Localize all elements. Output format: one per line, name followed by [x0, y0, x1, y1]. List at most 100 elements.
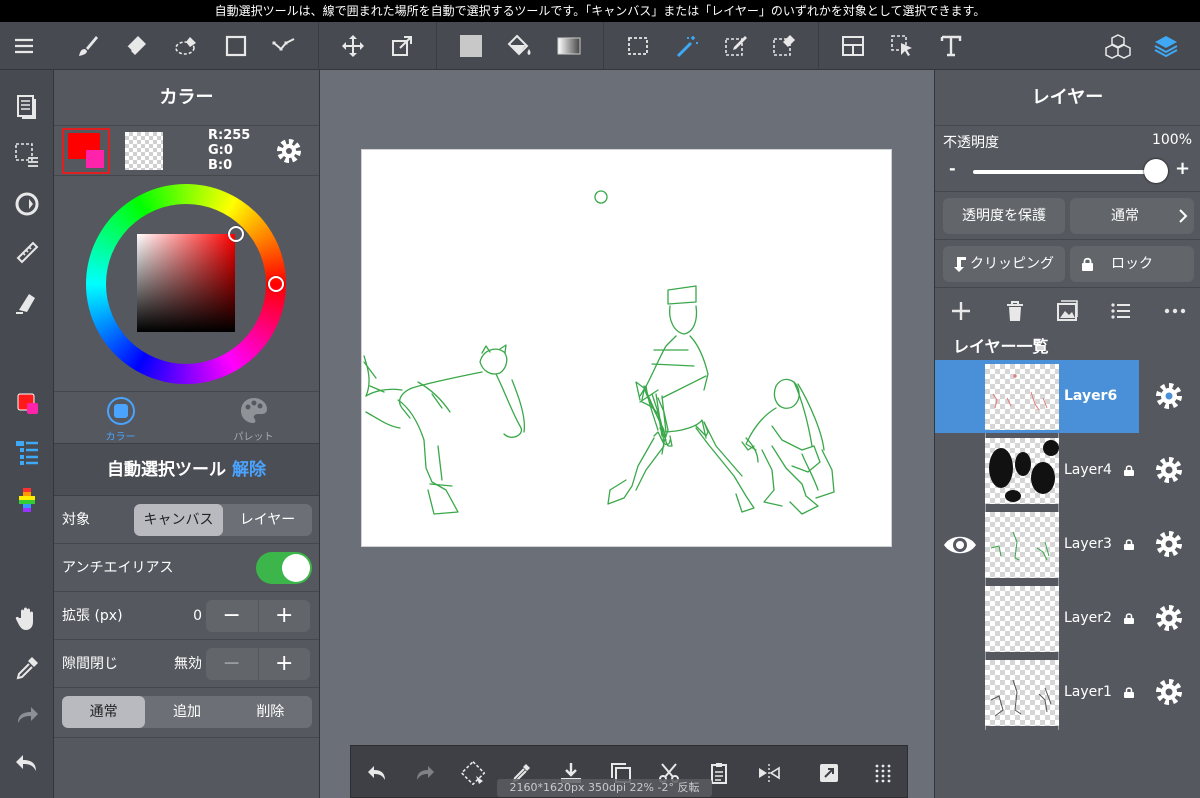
release-selection-link[interactable]: 解除 — [232, 460, 266, 480]
select-eraser-icon[interactable] — [764, 22, 804, 70]
move-tool-icon[interactable] — [333, 22, 373, 70]
saturation-value-square[interactable] — [137, 234, 235, 332]
opacity-slider-track[interactable] — [973, 170, 1153, 174]
rotate-canvas-icon[interactable] — [0, 182, 54, 226]
layer-item-layer2[interactable]: Layer2 — [935, 582, 1200, 655]
layer-list-options-icon[interactable] — [1103, 294, 1139, 328]
menu-icon[interactable] — [4, 22, 44, 70]
selection-list-icon[interactable] — [0, 132, 54, 176]
layer-settings-gear-icon[interactable] — [1153, 454, 1185, 486]
layer-settings-gear-icon[interactable] — [1153, 676, 1185, 708]
layer-item-layer4[interactable]: Layer4 — [935, 434, 1200, 507]
layer-settings-gear-icon[interactable] — [1153, 602, 1185, 634]
layer-thumbnail — [985, 364, 1059, 430]
gap-increment-button[interactable]: + — [259, 648, 311, 680]
expand-value: 0 — [193, 608, 202, 624]
opacity-value: 100% — [1151, 132, 1192, 148]
sketch-drawing — [363, 190, 835, 515]
opacity-slider-thumb[interactable] — [1144, 159, 1168, 183]
3d-cubes-icon[interactable] — [1098, 22, 1138, 70]
lock-button[interactable]: ロック — [1070, 246, 1194, 282]
layer-item-layer1[interactable]: Layer1 — [935, 656, 1200, 729]
redo-button-icon[interactable] — [403, 746, 447, 798]
layers-panel-icon[interactable] — [1146, 22, 1186, 70]
layer-list-icon[interactable] — [0, 430, 54, 474]
delete-layer-icon[interactable] — [997, 294, 1033, 328]
gap-decrement-button[interactable]: − — [206, 648, 259, 680]
antialias-toggle[interactable] — [256, 552, 312, 584]
undo-icon[interactable] — [0, 742, 54, 786]
protect-alpha-button[interactable]: 透明度を保護 — [943, 198, 1065, 234]
primary-color-swatch[interactable] — [62, 128, 110, 174]
transparent-color-swatch[interactable] — [125, 132, 163, 170]
antialias-row: アンチエイリアス — [54, 544, 319, 592]
gradient-tool-icon[interactable] — [549, 22, 589, 70]
layer-name: Layer6 — [1064, 388, 1118, 404]
flip-icon[interactable] — [747, 746, 791, 798]
layer-item-layer6[interactable]: Layer6 — [935, 360, 1200, 433]
hue-picker-knob[interactable] — [268, 276, 284, 292]
layer-props-row: 透明度を保護 通常 — [935, 192, 1200, 240]
fill-color-icon[interactable] — [451, 22, 491, 70]
target-canvas-option[interactable]: キャンバス — [134, 504, 223, 536]
expand-increment-button[interactable]: + — [259, 600, 311, 632]
clipping-button[interactable]: クリッピング — [943, 246, 1065, 282]
mode-delete-option[interactable]: 削除 — [229, 696, 312, 728]
palette-bar-icon[interactable] — [0, 478, 54, 522]
opacity-minus[interactable]: - — [949, 159, 956, 178]
brush-tool-icon[interactable] — [68, 22, 108, 70]
layer-thumbnail — [985, 586, 1059, 652]
select-transform-icon[interactable] — [451, 746, 495, 798]
lasso-eraser-icon[interactable] — [166, 22, 206, 70]
eyedropper-icon[interactable] — [0, 646, 54, 690]
color-swatch-icon[interactable] — [0, 382, 54, 426]
rectangle-tool-icon[interactable] — [216, 22, 256, 70]
mode-add-option[interactable]: 追加 — [145, 696, 228, 728]
magic-wand-icon[interactable] — [667, 22, 707, 70]
layer-thumbnail — [985, 512, 1059, 578]
drawing-canvas[interactable] — [361, 149, 892, 547]
snap-pen-icon[interactable] — [0, 280, 54, 324]
color-settings-gear-icon[interactable] — [274, 136, 304, 166]
expand-label: 拡張 (px) — [62, 608, 123, 624]
secondary-color — [86, 150, 104, 168]
opacity-row: 不透明度 100% - + — [935, 126, 1200, 192]
tab-color[interactable]: カラー — [54, 392, 187, 444]
select-rect-icon[interactable] — [618, 22, 658, 70]
undo-button-icon[interactable] — [355, 746, 399, 798]
visibility-eye-icon[interactable] — [943, 530, 977, 560]
eraser-tool-icon[interactable] — [116, 22, 156, 70]
blend-mode-button[interactable]: 通常 — [1070, 198, 1194, 234]
layout-icon[interactable] — [833, 22, 873, 70]
select-pen-icon[interactable] — [716, 22, 756, 70]
polyline-tool-icon[interactable] — [264, 22, 304, 70]
layer-settings-gear-icon[interactable] — [1153, 380, 1185, 412]
redo-icon[interactable] — [0, 694, 54, 738]
layer-panel-title: レイヤー — [935, 70, 1200, 126]
ruler-icon[interactable] — [0, 230, 54, 274]
lock-label: ロック — [1111, 256, 1153, 272]
add-layer-icon[interactable] — [943, 294, 979, 328]
layer-settings-gear-icon[interactable] — [1153, 528, 1185, 560]
pages-icon[interactable] — [0, 84, 54, 128]
layer-item-layer3[interactable]: Layer3 — [935, 508, 1200, 581]
target-layer-option[interactable]: レイヤー — [223, 504, 312, 536]
color-tab-icon — [106, 397, 135, 425]
more-options-icon[interactable] — [1157, 294, 1193, 328]
more-grid-icon[interactable] — [861, 746, 905, 798]
transform-tool-icon[interactable] — [382, 22, 422, 70]
expand-decrement-button[interactable]: − — [206, 600, 259, 632]
opacity-plus[interactable]: + — [1175, 158, 1190, 179]
target-row: 対象 キャンバス レイヤー — [54, 496, 319, 544]
layer-thumbnail — [985, 660, 1059, 726]
canvas-workspace[interactable] — [320, 70, 934, 798]
hand-icon[interactable] — [0, 596, 54, 640]
fullscreen-icon[interactable] — [807, 746, 851, 798]
layer-image-icon[interactable] — [1049, 294, 1085, 328]
tab-palette[interactable]: パレット — [187, 392, 320, 444]
select-arrow-icon[interactable] — [882, 22, 922, 70]
bucket-tool-icon[interactable] — [500, 22, 540, 70]
mode-normal-option[interactable]: 通常 — [62, 696, 146, 728]
text-tool-icon[interactable] — [931, 22, 971, 70]
sv-picker-knob[interactable] — [228, 226, 244, 242]
